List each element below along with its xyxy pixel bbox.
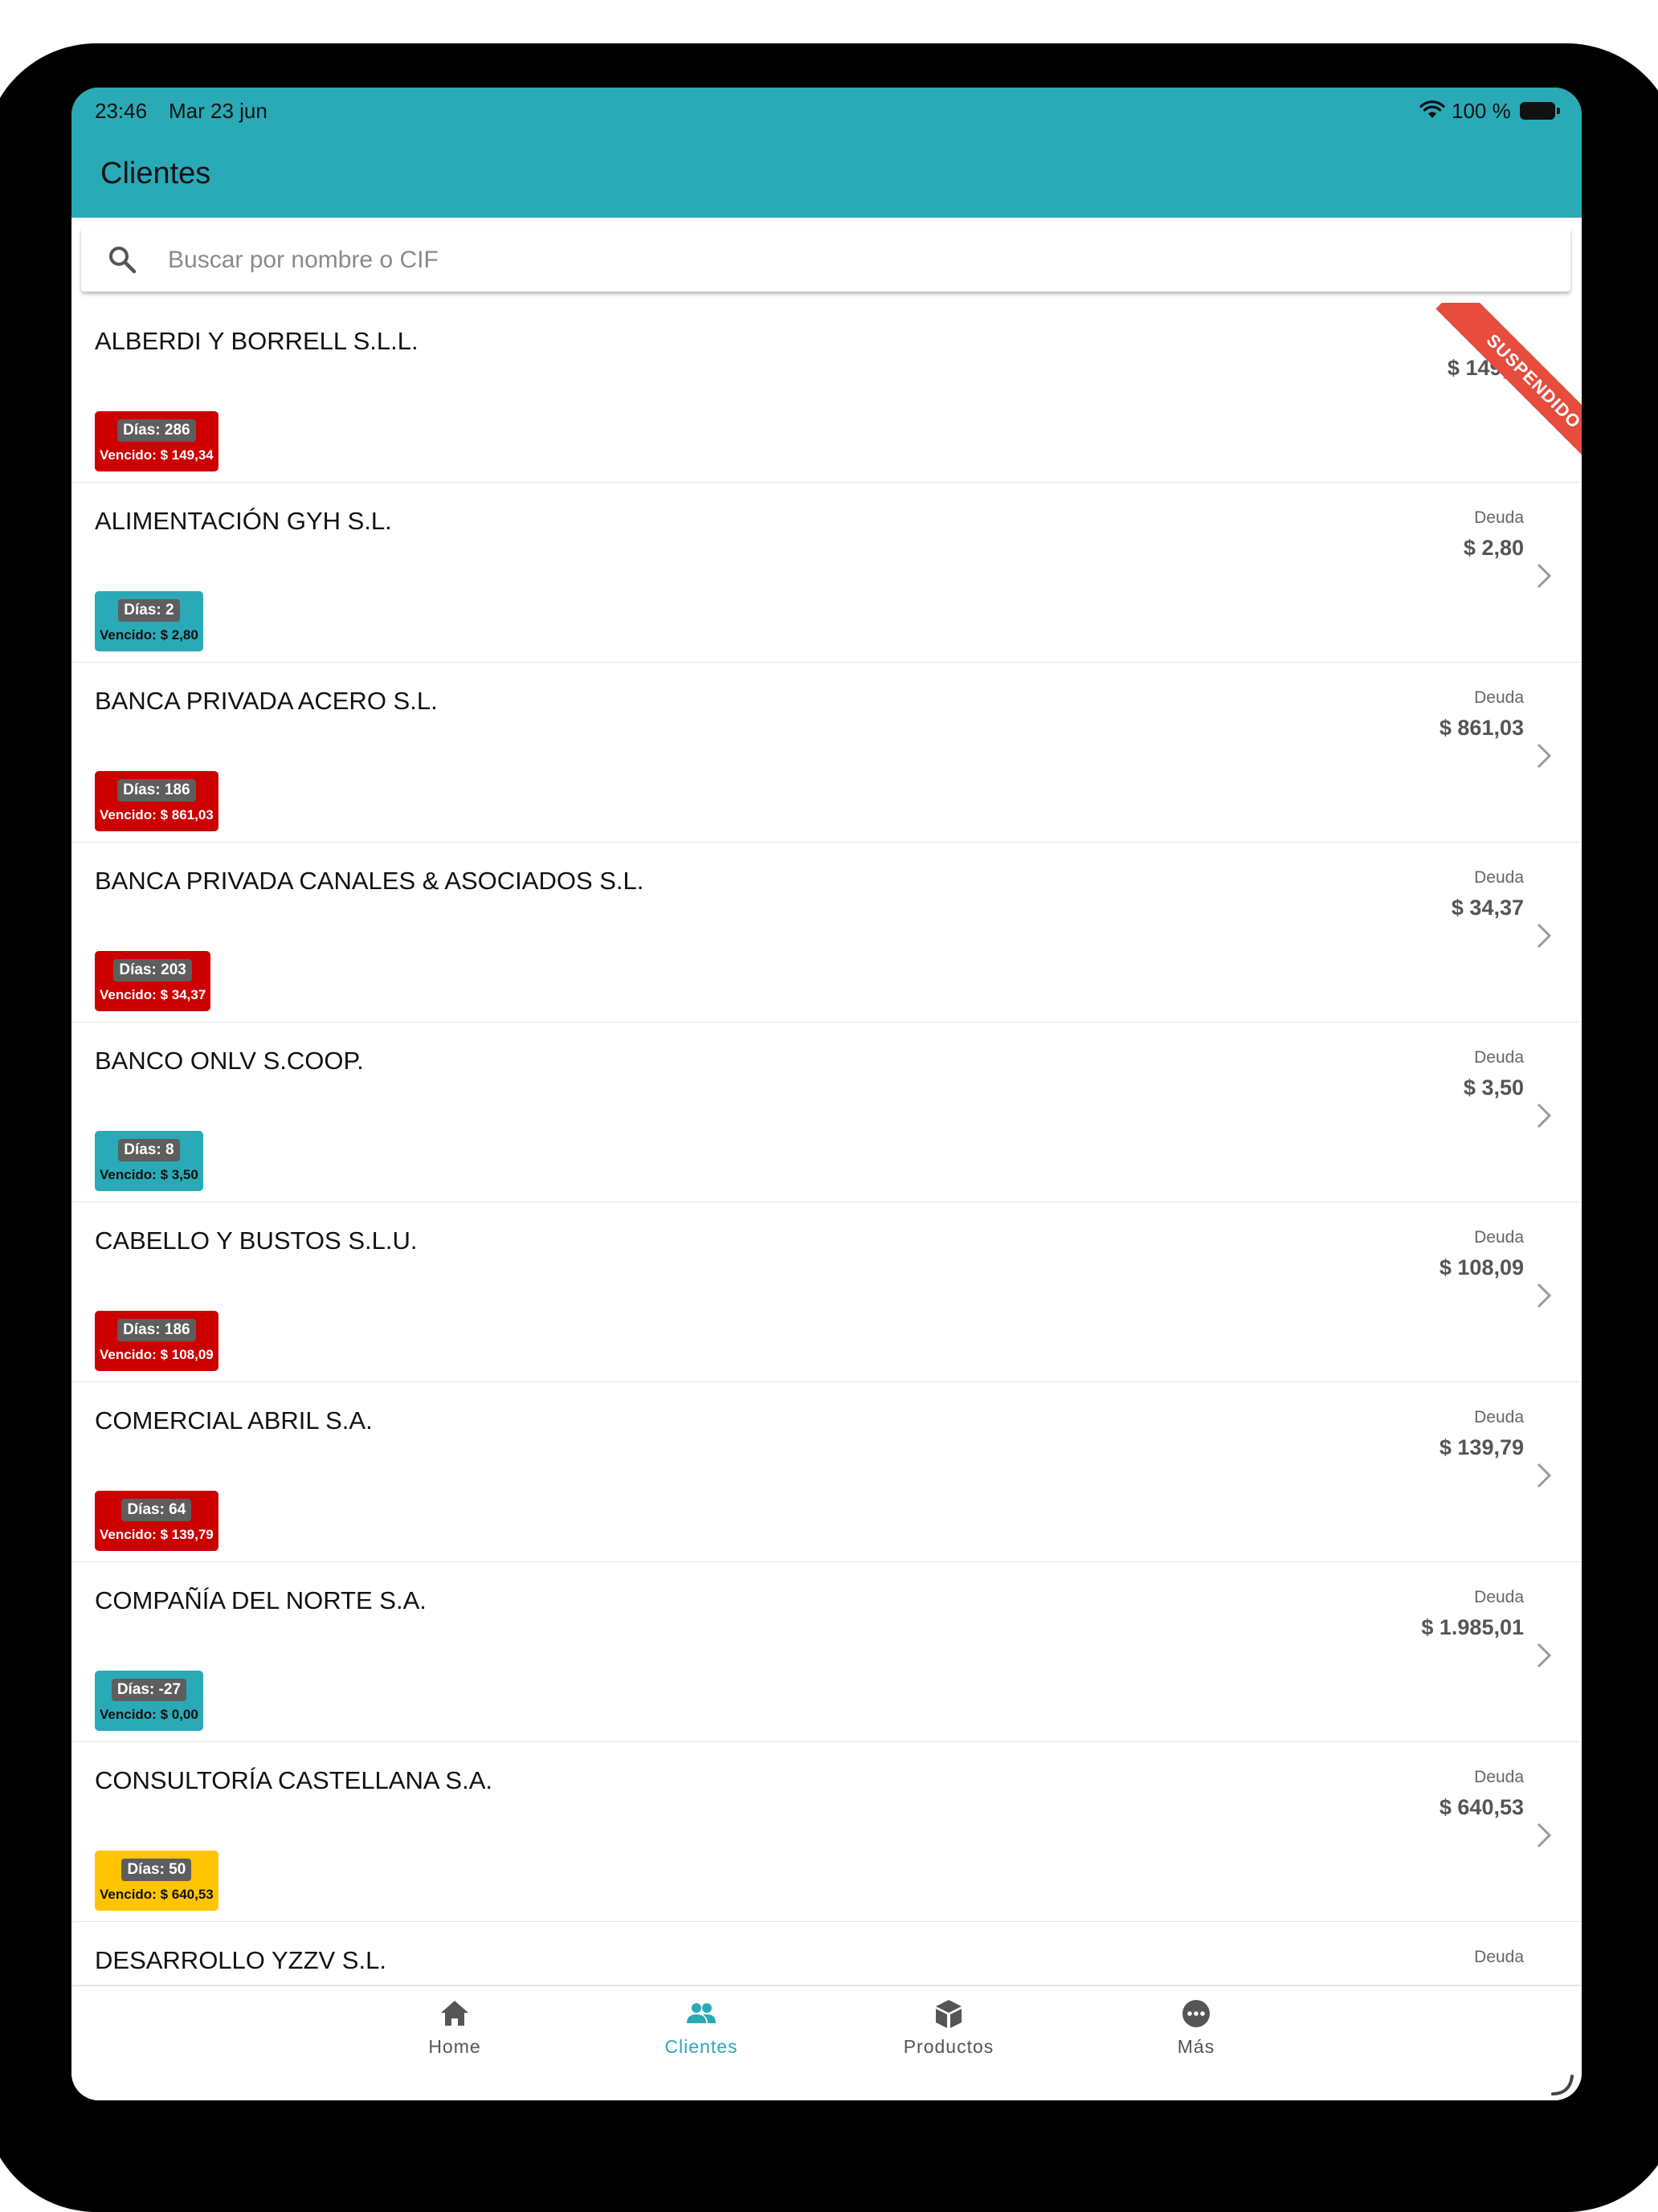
status-badge: Días: -27 Vencido: $ 0,00 <box>95 1671 203 1731</box>
client-name: BANCA PRIVADA ACERO S.L. <box>95 687 438 715</box>
badge-days: Días: 203 <box>113 959 192 982</box>
home-icon <box>441 2001 468 2026</box>
debt-amount: $ 139,79 <box>1439 1435 1524 1459</box>
chevron-right-icon <box>1537 1822 1552 1848</box>
debt-label: Deuda <box>1474 1768 1524 1786</box>
debt-label: Deuda <box>1474 868 1524 887</box>
badge-overdue: Vencido: $ 3,50 <box>100 1167 198 1182</box>
chevron-right-icon <box>1537 563 1552 589</box>
debt-amount: $ 1.985,01 <box>1421 1615 1524 1639</box>
clients-list: ALBERDI Y BORRELL S.L.L. $ 149, Días: 28… <box>71 303 1582 2073</box>
status-badge: Días: 64 Vencido: $ 139,79 <box>95 1491 218 1551</box>
chevron-right-icon <box>1537 1643 1552 1668</box>
box-icon <box>936 2000 962 2028</box>
badge-days: Días: 186 <box>117 1319 196 1341</box>
client-name: ALIMENTACIÓN GYH S.L. <box>95 507 392 535</box>
badge-days: Días: 2 <box>118 599 180 622</box>
badge-days: Días: -27 <box>111 1679 187 1701</box>
app-header: 23:46 Mar 23 jun 100 % Clientes <box>71 88 1582 218</box>
wifi-icon <box>1419 100 1445 118</box>
badge-days: Días: 186 <box>117 779 196 802</box>
debt-label: Deuda <box>1474 1948 1524 1966</box>
client-name: COMPAÑÍA DEL NORTE S.A. <box>95 1586 427 1614</box>
battery-percent: 100 % <box>1452 99 1511 123</box>
badge-overdue: Vencido: $ 2,80 <box>100 627 198 643</box>
status-badge: Días: 186 Vencido: $ 861,03 <box>95 771 218 831</box>
page-title: Clientes <box>100 157 211 190</box>
client-name: COMERCIAL ABRIL S.A. <box>95 1406 373 1435</box>
search-input[interactable] <box>166 239 1535 282</box>
nav-clientes[interactable]: Clientes <box>629 1998 774 2062</box>
nav-home[interactable]: Home <box>382 1998 527 2062</box>
debt-amount: $ 34,37 <box>1451 896 1524 920</box>
chevron-right-icon <box>1537 743 1552 769</box>
chevron-right-icon <box>1537 923 1552 949</box>
badge-overdue: Vencido: $ 108,09 <box>100 1347 214 1362</box>
badge-days: Días: 286 <box>117 419 196 442</box>
nav-label: Home <box>428 2036 481 2057</box>
client-row[interactable]: COMPAÑÍA DEL NORTE S.A. Deuda $ 1.985,01… <box>71 1562 1582 1743</box>
status-date: Mar 23 jun <box>169 99 267 123</box>
debt-label: Deuda <box>1474 1588 1524 1606</box>
bottom-nav: Home Clientes Productos Más <box>71 1985 1582 2100</box>
badge-overdue: Vencido: $ 861,03 <box>100 807 214 822</box>
debt-label: Deuda <box>1474 1048 1524 1067</box>
client-name: DESARROLLO YZZV S.L. <box>95 1946 386 1974</box>
more-icon <box>1182 2000 1210 2027</box>
client-row[interactable]: BANCA PRIVADA CANALES & ASOCIADOS S.L. D… <box>71 843 1582 1023</box>
chevron-right-icon <box>1537 1283 1552 1308</box>
debt-amount: $ 2,80 <box>1463 536 1524 560</box>
client-name: BANCO ONLV S.COOP. <box>95 1047 364 1075</box>
client-row[interactable]: ALBERDI Y BORRELL S.L.L. $ 149, Días: 28… <box>71 303 1582 484</box>
chevron-right-icon <box>1537 1463 1552 1488</box>
chevron-right-icon <box>1537 1103 1552 1128</box>
client-row[interactable]: CABELLO Y BUSTOS S.L.U. Deuda $ 108,09 D… <box>71 1202 1582 1383</box>
client-row[interactable]: COMERCIAL ABRIL S.A. Deuda $ 139,79 Días… <box>71 1382 1582 1563</box>
debt-amount: $ 108,09 <box>1439 1255 1524 1279</box>
nav-label: Productos <box>903 2036 994 2057</box>
badge-days: Días: 8 <box>118 1139 180 1161</box>
debt-amount: $ 861,03 <box>1439 716 1524 740</box>
debt-label: Deuda <box>1474 508 1524 527</box>
status-badge: Días: 8 Vencido: $ 3,50 <box>95 1131 203 1191</box>
status-badge: Días: 203 Vencido: $ 34,37 <box>95 951 211 1011</box>
search-icon <box>109 247 137 274</box>
badge-overdue: Vencido: $ 149,34 <box>100 447 214 463</box>
debt-amount: $ 640,53 <box>1439 1795 1524 1819</box>
users-icon <box>687 2003 716 2023</box>
client-row[interactable]: ALIMENTACIÓN GYH S.L. Deuda $ 2,80 Días:… <box>71 483 1582 663</box>
client-row[interactable]: BANCO ONLV S.COOP. Deuda $ 3,50 Días: 8 … <box>71 1022 1582 1203</box>
debt-label: Deuda <box>1474 688 1524 707</box>
suspended-ribbon: SUSPENDIDO <box>1413 303 1582 471</box>
client-row[interactable]: BANCA PRIVADA ACERO S.L. Deuda $ 861,03 … <box>71 663 1582 843</box>
client-name: ALBERDI Y BORRELL S.L.L. <box>95 327 419 355</box>
debt-label: Deuda <box>1474 1408 1524 1426</box>
status-badge: Días: 50 Vencido: $ 640,53 <box>95 1851 218 1911</box>
client-name: BANCA PRIVADA CANALES & ASOCIADOS S.L. <box>95 867 644 895</box>
status-time: 23:46 <box>95 99 148 123</box>
debt-label: Deuda <box>1474 1228 1524 1247</box>
status-badge: Días: 2 Vencido: $ 2,80 <box>95 591 203 651</box>
badge-days: Días: 64 <box>121 1499 192 1521</box>
nav-label: Más <box>1177 2036 1215 2057</box>
badge-overdue: Vencido: $ 640,53 <box>100 1887 214 1902</box>
battery-icon <box>1520 102 1562 121</box>
badge-overdue: Vencido: $ 0,00 <box>100 1707 198 1722</box>
badge-overdue: Vencido: $ 34,37 <box>100 987 206 1002</box>
badge-days: Días: 50 <box>121 1859 192 1881</box>
loading-spinner-icon <box>1551 2075 1574 2096</box>
badge-overdue: Vencido: $ 139,79 <box>100 1527 214 1542</box>
debt-amount: $ 3,50 <box>1463 1075 1524 1100</box>
client-row[interactable]: CONSULTORÍA CASTELLANA S.A. Deuda $ 640,… <box>71 1742 1582 1923</box>
search-bar[interactable] <box>81 227 1570 292</box>
app-screen: 23:46 Mar 23 jun 100 % Clientes ALBERDI … <box>71 88 1582 2100</box>
nav-mas[interactable]: Más <box>1124 1998 1268 2062</box>
ribbon-label: SUSPENDIDO <box>1435 303 1582 471</box>
nav-productos[interactable]: Productos <box>876 1998 1021 2062</box>
nav-label: Clientes <box>664 2036 738 2057</box>
status-badge: Días: 286 Vencido: $ 149,34 <box>95 411 218 471</box>
client-name: CONSULTORÍA CASTELLANA S.A. <box>95 1766 493 1794</box>
client-name: CABELLO Y BUSTOS S.L.U. <box>95 1226 418 1255</box>
status-badge: Días: 186 Vencido: $ 108,09 <box>95 1311 218 1371</box>
